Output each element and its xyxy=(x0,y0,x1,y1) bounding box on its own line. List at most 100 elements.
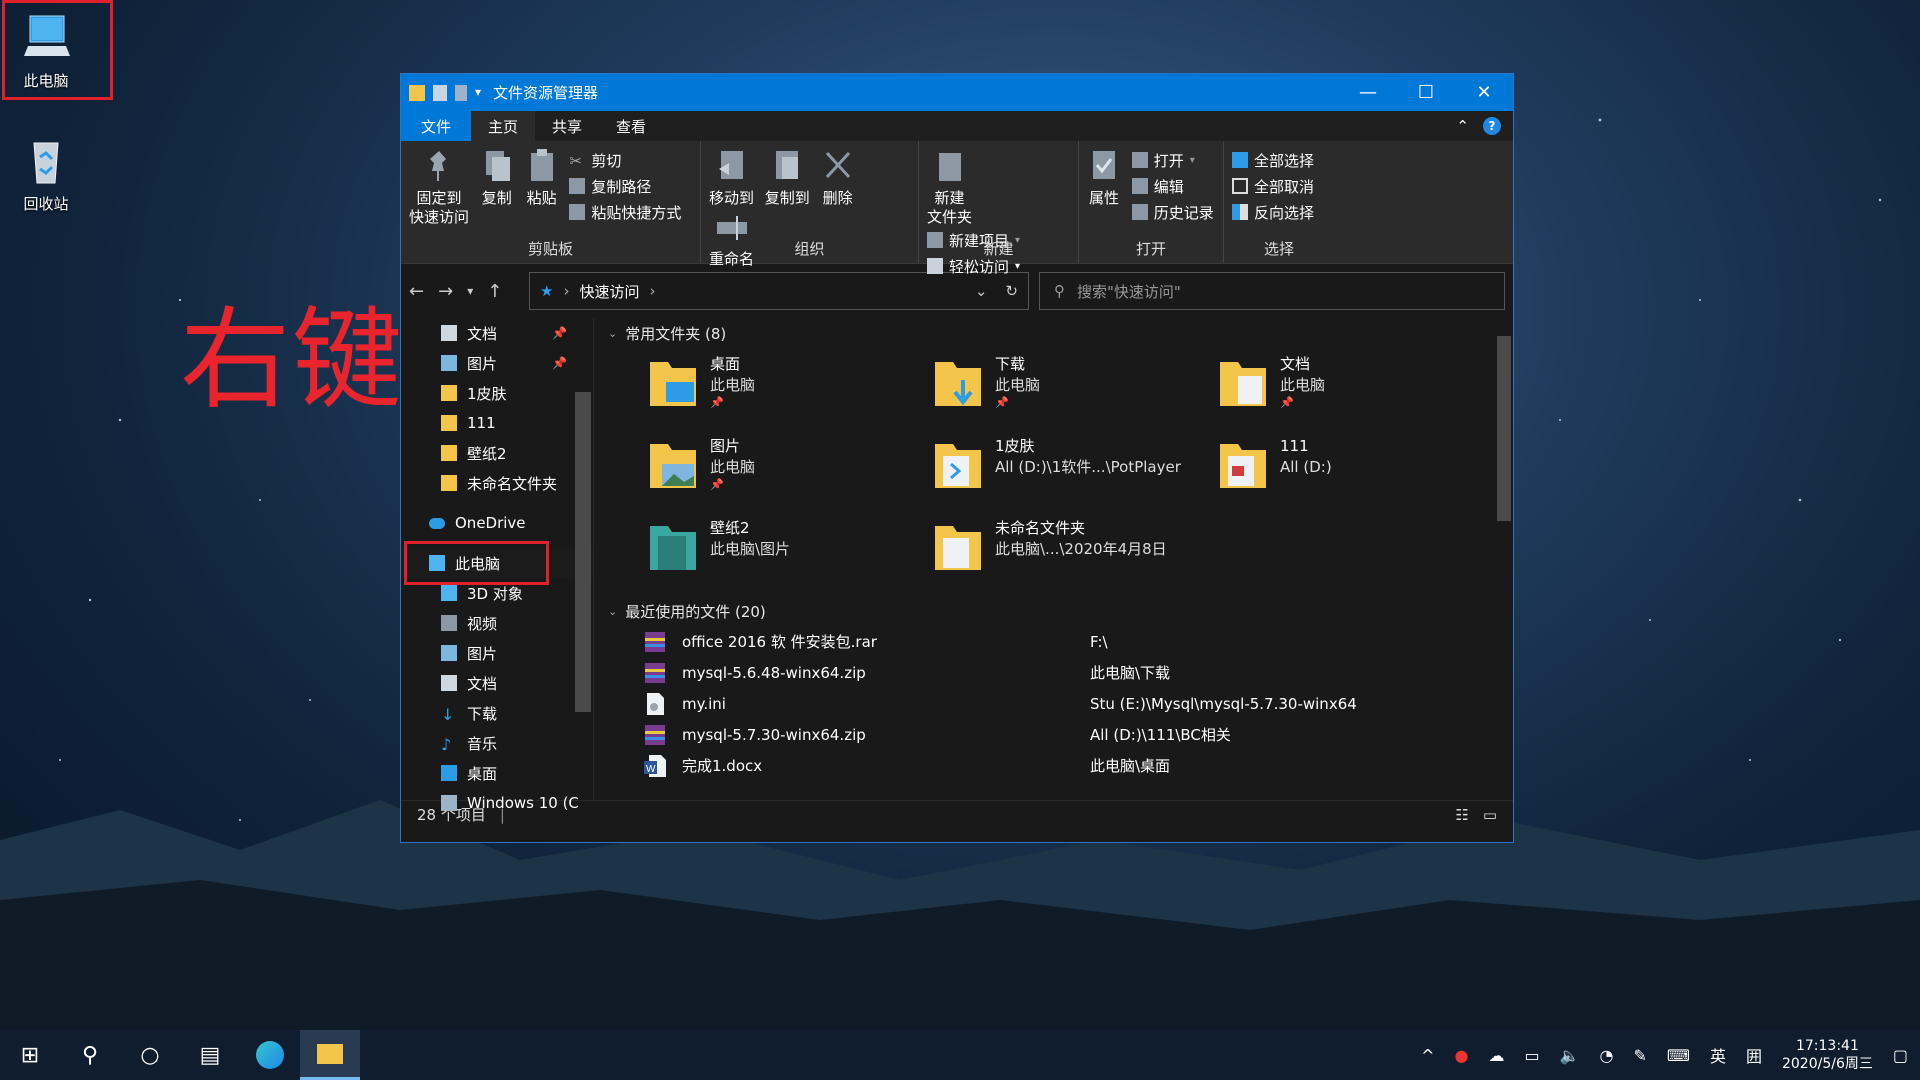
close-button[interactable]: ✕ xyxy=(1455,74,1513,111)
invert-selection-button[interactable]: 反向选择 xyxy=(1232,201,1314,223)
nav-item-folder[interactable]: 1皮肤 xyxy=(401,378,593,408)
search-box[interactable]: ⚲ 搜索"快速访问" xyxy=(1039,272,1505,310)
forward-arrow-icon[interactable]: → xyxy=(438,281,453,302)
copy-button[interactable]: 复制 xyxy=(480,147,514,208)
ime-mode[interactable]: 囲 xyxy=(1746,1043,1762,1067)
network-icon[interactable]: ◔ xyxy=(1599,1046,1613,1065)
desktop-icon-recycle-bin[interactable]: 回收站 xyxy=(0,133,96,214)
help-icon[interactable]: ? xyxy=(1483,117,1501,135)
nav-item-music[interactable]: ♪ 音乐 xyxy=(401,728,593,758)
minimize-button[interactable]: — xyxy=(1339,74,1397,111)
ime-language[interactable]: 英 xyxy=(1710,1043,1726,1067)
section-header-recent[interactable]: ⌄ 最近使用的文件 (20) xyxy=(608,596,1513,626)
tab-share[interactable]: 共享 xyxy=(535,111,599,141)
details-view-icon[interactable]: ☷ xyxy=(1455,806,1468,824)
qq-icon[interactable]: ● xyxy=(1454,1046,1468,1065)
nav-item-pictures[interactable]: 图片 📌 xyxy=(401,348,593,378)
copy-path-button[interactable]: 复制路径 xyxy=(569,175,681,197)
volume-icon[interactable]: 🔈 xyxy=(1560,1046,1580,1065)
folder-tile[interactable]: 文档 此电脑 📌 xyxy=(1218,354,1503,428)
nav-item-pictures[interactable]: 图片 xyxy=(401,638,593,668)
file-explorer-icon[interactable] xyxy=(300,1030,360,1080)
tab-view[interactable]: 查看 xyxy=(599,111,663,141)
nav-scrollbar[interactable] xyxy=(575,318,593,800)
tab-home[interactable]: 主页 xyxy=(471,111,536,141)
pen-icon[interactable]: ✎ xyxy=(1633,1046,1646,1065)
section-title: 最近使用的文件 (20) xyxy=(625,602,766,621)
chevron-up-icon[interactable]: ^ xyxy=(1421,1046,1434,1065)
large-icons-view-icon[interactable]: ▭ xyxy=(1483,806,1497,824)
select-all-button[interactable]: 全部选择 xyxy=(1232,149,1314,171)
refresh-icon[interactable]: ↻ xyxy=(1005,282,1018,300)
edge-browser-icon[interactable] xyxy=(240,1030,300,1080)
open-button[interactable]: 打开 ▾ xyxy=(1131,149,1214,171)
chevron-down-icon[interactable]: ⌄ xyxy=(975,282,988,300)
nav-item-onedrive[interactable]: OneDrive xyxy=(401,508,593,538)
scrollbar-thumb[interactable] xyxy=(1497,336,1511,521)
address-bar[interactable]: ★ › 快速访问 › ⌄ ↻ xyxy=(529,272,1029,310)
paste-shortcut-button[interactable]: 粘贴快捷方式 xyxy=(569,201,681,223)
word-document-icon: W xyxy=(644,754,666,777)
nav-item-drive-c[interactable]: Windows 10 (C xyxy=(401,788,593,818)
breadcrumb-quick-access[interactable]: 快速访问 xyxy=(579,281,639,302)
pin-label-1: 固定到 xyxy=(416,189,462,207)
nav-item-downloads[interactable]: ↓ 下载 xyxy=(401,698,593,728)
title-bar[interactable]: ▾ 文件资源管理器 — ☐ ✕ xyxy=(401,74,1513,111)
nav-item-folder[interactable]: 壁纸2 xyxy=(401,438,593,468)
nav-item-folder[interactable]: 111 xyxy=(401,408,593,438)
up-arrow-icon[interactable]: ↑ xyxy=(487,281,502,302)
folder-tile[interactable]: 图片 此电脑 📌 xyxy=(648,436,933,510)
list-item[interactable]: W 完成1.docx 此电脑\桌面 xyxy=(642,750,1513,781)
properties-icon[interactable] xyxy=(433,84,447,101)
folder-tile[interactable]: 未命名文件夹 此电脑\...\2020年4月8日 xyxy=(933,518,1218,592)
folder-tile[interactable]: 下载 此电脑 📌 xyxy=(933,354,1218,428)
copy-to-button[interactable]: 复制到 xyxy=(765,147,810,208)
folder-tile[interactable]: 桌面 此电脑 📌 xyxy=(648,354,933,428)
section-header-frequent[interactable]: ⌄ 常用文件夹 (8) xyxy=(608,318,1513,348)
edit-button[interactable]: 编辑 xyxy=(1131,175,1214,197)
folder-tile[interactable]: 1皮肤 All (D:)\1软件...\PotPlayer xyxy=(933,436,1218,510)
start-icon[interactable]: ⊞ xyxy=(0,1030,60,1080)
new-folder-button[interactable]: 新建 文件夹 xyxy=(927,147,972,227)
collapse-ribbon-icon[interactable]: ⌃ xyxy=(1456,117,1469,135)
ribbon-group-clipboard: 固定到 快速访问 复制 粘贴 ✂ 剪切 复制路径 粘贴快捷方式 剪贴板 xyxy=(401,141,701,263)
nav-item-documents[interactable]: 文档 xyxy=(401,668,593,698)
nav-item-videos[interactable]: 视频 xyxy=(401,608,593,638)
search-icon[interactable]: ⚲ xyxy=(60,1030,120,1080)
properties-button[interactable]: 属性 xyxy=(1087,147,1121,208)
task-view-icon[interactable]: ▤ xyxy=(180,1030,240,1080)
folder-tile[interactable]: 111 All (D:) xyxy=(1218,436,1503,510)
copy-path-icon xyxy=(569,178,586,194)
content-scrollbar[interactable] xyxy=(1495,318,1513,800)
keyboard-icon[interactable]: ⌨ xyxy=(1667,1046,1690,1065)
maximize-button[interactable]: ☐ xyxy=(1397,74,1455,111)
pin-to-quick-access-button[interactable]: 固定到 快速访问 xyxy=(409,147,469,227)
scrollbar-thumb[interactable] xyxy=(575,392,591,712)
move-to-button[interactable]: 移动到 xyxy=(709,147,754,208)
new-folder-icon[interactable] xyxy=(455,84,467,101)
nav-item-folder[interactable]: 未命名文件夹 xyxy=(401,468,593,498)
search-input[interactable]: 搜索"快速访问" xyxy=(1077,281,1181,302)
back-arrow-icon[interactable]: ← xyxy=(409,281,424,302)
customize-icon[interactable]: ▾ xyxy=(475,85,485,101)
cortana-icon[interactable]: ○ xyxy=(120,1030,180,1080)
paste-label: 粘贴 xyxy=(526,189,557,207)
notification-icon[interactable]: ▢ xyxy=(1893,1046,1908,1065)
recent-locations-icon[interactable]: ▾ xyxy=(467,284,473,298)
nav-item-documents[interactable]: 文档 📌 xyxy=(401,318,593,348)
list-item[interactable]: my.ini Stu (E:)\Mysql\mysql-5.7.30-winx64 xyxy=(642,688,1513,719)
onedrive-cloud-icon[interactable]: ☁ xyxy=(1488,1046,1504,1065)
battery-icon[interactable]: ▭ xyxy=(1524,1046,1539,1065)
cut-button[interactable]: ✂ 剪切 xyxy=(569,149,681,171)
nav-item-desktop[interactable]: 桌面 xyxy=(401,758,593,788)
history-button[interactable]: 历史记录 xyxy=(1131,201,1214,223)
system-clock[interactable]: 17:13:41 2020/5/6周三 xyxy=(1782,1037,1873,1073)
delete-button[interactable]: 删除 xyxy=(821,147,855,208)
folder-tile[interactable]: 壁纸2 此电脑\图片 xyxy=(648,518,933,592)
tab-file[interactable]: 文件 xyxy=(401,111,472,141)
paste-button[interactable]: 粘贴 xyxy=(525,147,559,208)
select-none-button[interactable]: 全部取消 xyxy=(1232,175,1314,197)
list-item[interactable]: office 2016 软 件安装包.rar F:\ xyxy=(642,626,1513,657)
list-item[interactable]: mysql-5.7.30-winx64.zip All (D:)\111\BC相关 xyxy=(642,719,1513,750)
list-item[interactable]: mysql-5.6.48-winx64.zip 此电脑\下载 xyxy=(642,657,1513,688)
